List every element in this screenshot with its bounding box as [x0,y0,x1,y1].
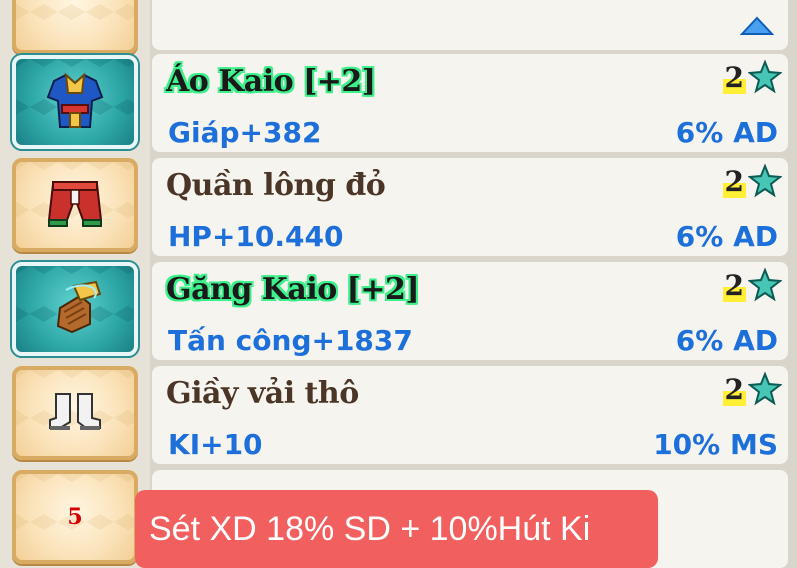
star-count: 2 [722,372,746,406]
item-stat: Tấn công+1837 [168,324,413,357]
item-row[interactable]: Áo Kaio [+2] 2 Giáp+382 6% AD [152,54,788,152]
equipment-slot-boots[interactable] [12,366,138,460]
set-bonus: 6% AD [675,116,778,149]
star-count: 2 [722,164,746,198]
item-name: Quần lông đỏ [166,168,386,203]
item-name: Giầy vải thô [166,376,359,411]
gloves-icon [56,280,102,334]
equipment-slot-5[interactable]: 5 [12,470,138,564]
item-row[interactable]: Quần lông đỏ 2 HP+10.440 6% AD [152,158,788,256]
star-count: 2 [722,268,746,302]
star-icon [748,268,782,302]
slot-number: 5 [67,504,83,530]
boots-icon [49,393,101,430]
set-bonus: 6% AD [675,220,778,253]
star-rating: 2 [722,268,782,302]
item-row[interactable]: Găng Kaio [+2] 2 Tấn công+1837 6% AD [152,262,788,360]
set-bonus-toast: Sét XD 18% SD + 10%Hút Ki [135,490,658,568]
item-stat: Giáp+382 [168,116,322,149]
star-rating: 2 [722,60,782,94]
item-row[interactable]: Giầy vải thô 2 KI+10 10% MS [152,366,788,464]
set-bonus: 6% AD [675,324,778,357]
equipment-slot-partial[interactable] [12,0,138,54]
star-rating: 2 [722,372,782,406]
star-icon [748,372,782,406]
equipment-slot-gloves[interactable] [12,262,138,356]
armor-icon [46,72,104,128]
star-icon [748,164,782,198]
star-icon [748,60,782,94]
star-count: 2 [722,60,746,94]
item-row-partial [152,0,788,50]
pants-icon [47,181,103,227]
set-bonus: 10% MS [653,428,778,461]
item-name: Găng Kaio [+2] [166,272,420,307]
scroll-up-icon[interactable] [740,16,774,36]
item-stat: KI+10 [168,428,263,461]
equipment-slot-armor[interactable] [12,55,138,149]
star-rating: 2 [722,164,782,198]
equipment-slot-pants[interactable] [12,158,138,252]
item-name: Áo Kaio [+2] [166,64,376,99]
item-stat: HP+10.440 [168,220,344,253]
